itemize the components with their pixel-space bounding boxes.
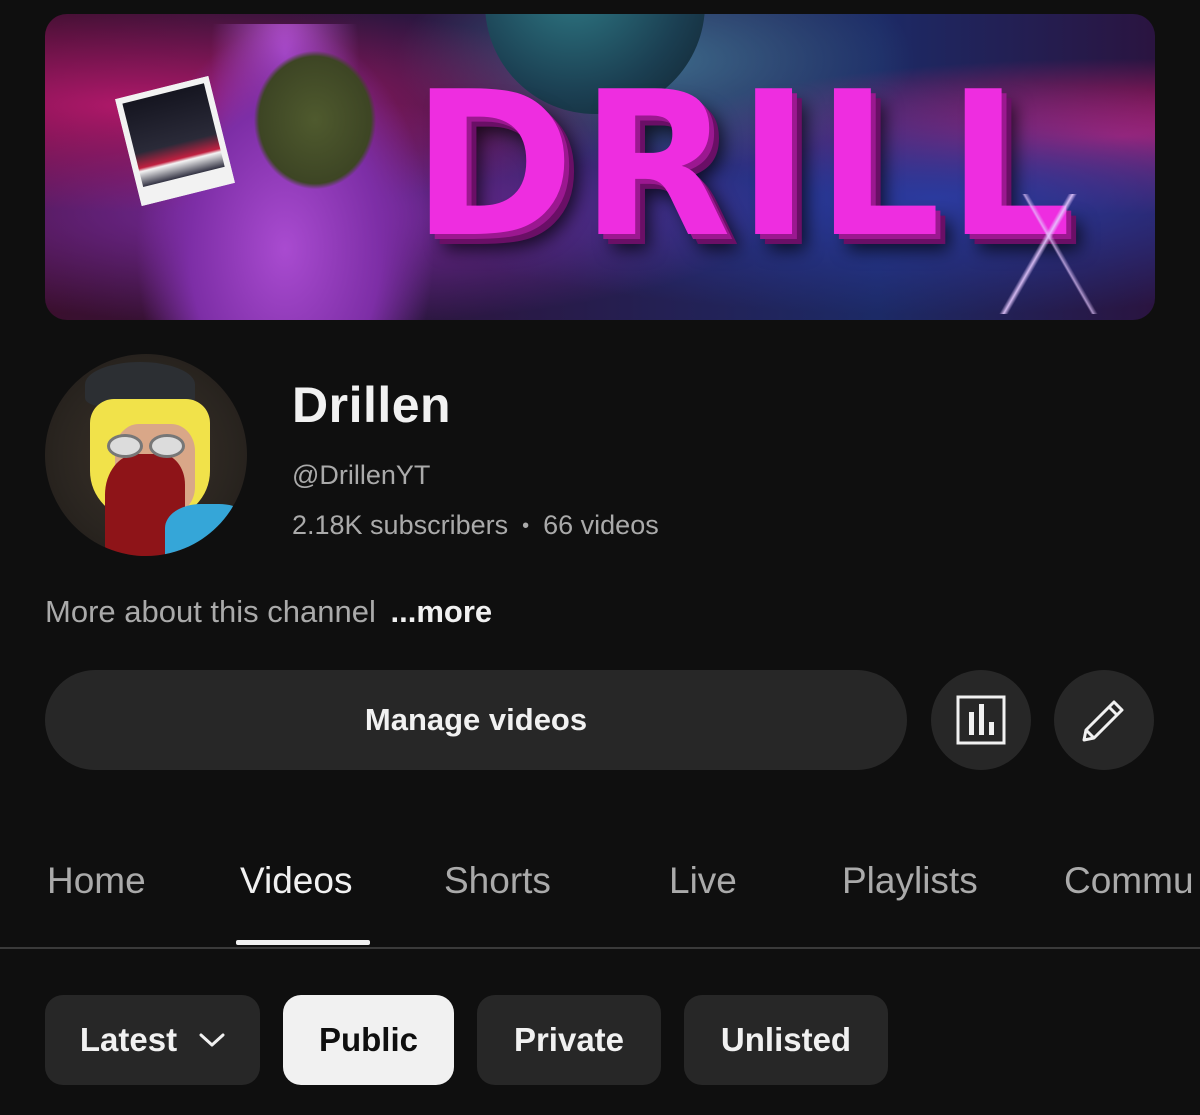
manage-videos-label: Manage videos [364, 702, 588, 737]
channel-name: Drillen [292, 377, 452, 433]
active-tab-indicator [236, 940, 370, 945]
tab-live[interactable]: Live [669, 860, 737, 902]
channel-tabs: Home Videos Shorts Live Playlists Commu [0, 855, 1200, 950]
chip-public[interactable]: Public [283, 995, 454, 1085]
channel-stats: 2.18K subscribers • 66 videos [292, 510, 659, 541]
analytics-icon [956, 695, 1006, 745]
tab-community[interactable]: Commu [1064, 860, 1194, 902]
about-text: More about this channel [45, 594, 376, 629]
more-link[interactable]: ...more [391, 594, 493, 629]
video-count: 66 videos [543, 510, 659, 540]
manage-videos-button[interactable]: Manage videos [45, 670, 907, 770]
analytics-button[interactable] [931, 670, 1031, 770]
banner-lightning [965, 194, 1125, 314]
chip-private[interactable]: Private [477, 995, 661, 1085]
channel-about[interactable]: More about this channel ...more [45, 594, 492, 630]
channel-avatar[interactable] [45, 354, 247, 556]
stats-separator: • [522, 515, 530, 538]
channel-banner: DRILL [45, 14, 1155, 320]
tab-videos[interactable]: Videos [240, 860, 352, 902]
tabs-divider [0, 947, 1200, 949]
channel-handle: @DrillenYT [292, 460, 431, 490]
pencil-icon [1082, 700, 1124, 742]
channel-page: DRILL Drillen @DrillenYT 2.18K subscribe… [0, 0, 1200, 1115]
chevron-down-icon [199, 1032, 225, 1048]
sort-label: Latest [79, 1021, 178, 1058]
sort-dropdown[interactable]: Latest [45, 995, 260, 1085]
edit-channel-button[interactable] [1054, 670, 1154, 770]
tab-playlists[interactable]: Playlists [842, 860, 978, 902]
chip-unlisted[interactable]: Unlisted [684, 995, 888, 1085]
tab-shorts[interactable]: Shorts [444, 860, 551, 902]
tab-home[interactable]: Home [47, 860, 146, 902]
subscriber-count: 2.18K subscribers [292, 510, 509, 540]
